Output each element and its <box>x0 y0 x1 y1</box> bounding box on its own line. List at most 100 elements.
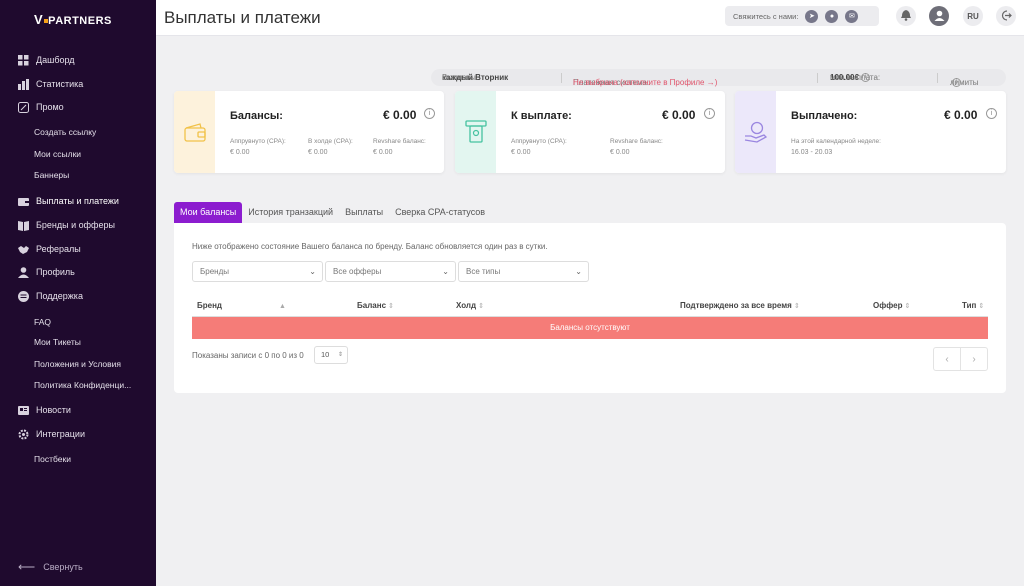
sidebar-item-label: Статистика <box>36 79 84 89</box>
card-col-value: € 0.00 <box>511 149 531 156</box>
card-title: Выплачено: <box>791 110 858 122</box>
min-payout-label: мин.выплата: <box>830 73 881 82</box>
sidebar-item-promo[interactable]: Промо <box>18 100 64 114</box>
language-switcher[interactable]: RU <box>963 6 983 26</box>
payment-system-link[interactable]: Не выбрана (заполните в Профиле →) <box>573 78 717 87</box>
sort-icon: ⇕ <box>978 303 985 310</box>
chat-icon[interactable]: ● <box>825 9 839 23</box>
offers-select[interactable]: Все офферы ⌄ <box>325 261 456 282</box>
sidebar-item-brands-offers[interactable]: Бренды и офферы <box>18 218 115 232</box>
balances-panel: Ниже отображено состояние Вашего баланса… <box>174 223 1006 393</box>
sidebar-subitem-faq[interactable]: FAQ <box>34 316 51 328</box>
brands-select[interactable]: Бренды ⌄ <box>192 261 323 282</box>
sidebar-item-label: Выплаты и платежи <box>36 196 119 206</box>
sidebar-item-integrations[interactable]: Интеграции <box>18 427 85 441</box>
sidebar-subitem-my-links[interactable]: Мои ссылки <box>34 148 81 160</box>
info-icon[interactable]: i <box>704 108 715 119</box>
column-label: Баланс <box>357 301 387 310</box>
card-title: К выплате: <box>511 110 572 122</box>
column-header-balance[interactable]: Баланс ⇕ <box>357 301 394 310</box>
sidebar-item-payments[interactable]: Выплаты и платежи <box>18 194 119 208</box>
wallet-icon <box>174 91 215 173</box>
next-page-button[interactable]: › <box>961 348 987 370</box>
column-header-hold[interactable]: Холд ⇕ <box>456 301 484 310</box>
chevron-down-icon: ⌄ <box>442 267 449 276</box>
collapse-label: Свернуть <box>43 562 83 572</box>
info-icon[interactable]: i <box>952 77 961 87</box>
records-info: Показаны записи с 0 по 0 из 0 <box>192 351 304 360</box>
sort-icon: ⇕ <box>478 303 484 310</box>
notifications-button[interactable] <box>896 6 916 26</box>
select-value: Бренды <box>200 267 229 276</box>
sort-icon: ⇕ <box>793 303 800 310</box>
wallet-icon <box>18 196 29 207</box>
sidebar-item-label: Бренды и офферы <box>36 220 115 230</box>
tab-cpa-reconciliation[interactable]: Сверка CPA-статусов <box>389 202 491 223</box>
grid-icon <box>18 54 29 66</box>
card-col-value: € 0.00 <box>308 149 328 156</box>
sidebar-subitem-privacy[interactable]: Политика Конфиденци... <box>34 379 131 391</box>
column-header-brand[interactable]: Бренд <box>197 301 222 310</box>
column-header-offer[interactable]: Оффер ⇕ <box>873 301 910 310</box>
telegram-icon[interactable]: ➤ <box>805 9 819 23</box>
sidebar-subitem-terms[interactable]: Положения и Условия <box>34 358 121 370</box>
balances-card: Балансы: € 0.00 i Аппрувнуто (CPA): € 0.… <box>174 91 444 173</box>
card-amount: € 0.00 <box>944 108 978 122</box>
info-icon[interactable]: i <box>424 108 435 119</box>
book-icon <box>18 220 29 231</box>
user-icon <box>18 266 29 278</box>
divider <box>937 72 938 83</box>
logo-mark: V <box>34 12 48 27</box>
card-col-value: € 0.00 <box>373 149 393 156</box>
types-select[interactable]: Все типы ⌄ <box>458 261 589 282</box>
sort-asc-icon[interactable]: ▲ <box>277 301 286 310</box>
sidebar-subitem-create-link[interactable]: Создать ссылку <box>34 126 96 138</box>
sidebar-item-referrals[interactable]: Рефералы <box>18 242 81 256</box>
sidebar-subitem-postbacks[interactable]: Постбеки <box>34 453 71 465</box>
tab-transaction-history[interactable]: История транзакций <box>242 202 339 223</box>
card-col-label: Аппрувнуто (CPA): <box>230 138 286 145</box>
logo-text: PARTNERS <box>48 15 112 27</box>
sidebar-item-profile[interactable]: Профиль <box>18 265 75 279</box>
arrow-left-icon: ⟵ <box>18 560 36 574</box>
column-header-type[interactable]: Тип ⇕ <box>962 301 984 310</box>
tab-my-balances[interactable]: Мои балансы <box>174 202 243 223</box>
link-icon <box>18 101 29 113</box>
column-label: Бренд <box>197 301 222 310</box>
sidebar-item-statistics[interactable]: Статистика <box>18 77 83 91</box>
payout-info-bar: Выплаты: каждый Вторник Платежная систем… <box>431 69 1006 87</box>
chevron-updown-icon: ⇕ <box>337 352 343 358</box>
sidebar-item-dashboard[interactable]: Дашборд <box>18 53 75 67</box>
page-size-select[interactable]: 10 ⇕ <box>314 346 348 364</box>
contact-bar: Свяжитесь с нами: ➤ ● ✉ <box>725 6 879 26</box>
mail-icon[interactable]: ✉ <box>845 9 859 23</box>
tabs: Мои балансы История транзакций Выплаты С… <box>174 202 491 223</box>
paid-card: Выплачено: € 0.00 i На этой календарной … <box>735 91 1006 173</box>
brand-logo[interactable]: V PARTNERS <box>34 12 112 27</box>
column-header-confirmed[interactable]: Подтверждено за все время ⇕ <box>680 301 800 310</box>
pagination: ‹ › <box>933 347 988 371</box>
logout-button[interactable] <box>996 6 1016 26</box>
card-col-label: Revshare баланс: <box>610 138 663 145</box>
avatar[interactable] <box>929 6 949 26</box>
sidebar-subitem-banners[interactable]: Баннеры <box>34 169 69 181</box>
sidebar-item-label: Дашборд <box>36 55 75 65</box>
info-icon[interactable]: i <box>860 73 870 82</box>
card-col-value: € 0.00 <box>230 149 250 156</box>
column-label: Оффер <box>873 301 903 310</box>
card-col-label: Аппрувнуто (CPA): <box>511 138 567 145</box>
sidebar-item-news[interactable]: Новости <box>18 403 71 417</box>
chevron-right-icon: › <box>972 353 976 365</box>
topay-card: К выплате: € 0.00 i Аппрувнуто (CPA): € … <box>455 91 725 173</box>
newspaper-icon <box>18 405 29 416</box>
sidebar: V PARTNERS Дашборд Статистика Промо Созда… <box>0 0 156 586</box>
tab-payouts[interactable]: Выплаты <box>339 202 389 223</box>
card-col-label: В холде (CPA): <box>308 138 353 145</box>
sidebar-item-support[interactable]: Поддержка <box>18 289 83 303</box>
sidebar-item-label: Рефералы <box>36 244 81 254</box>
prev-page-button[interactable]: ‹ <box>934 348 961 370</box>
sidebar-collapse-button[interactable]: ⟵ Свернуть <box>18 560 83 574</box>
money-hand-icon <box>735 91 776 173</box>
info-icon[interactable]: i <box>986 108 997 119</box>
sidebar-subitem-tickets[interactable]: Мои Тикеты <box>34 336 81 348</box>
